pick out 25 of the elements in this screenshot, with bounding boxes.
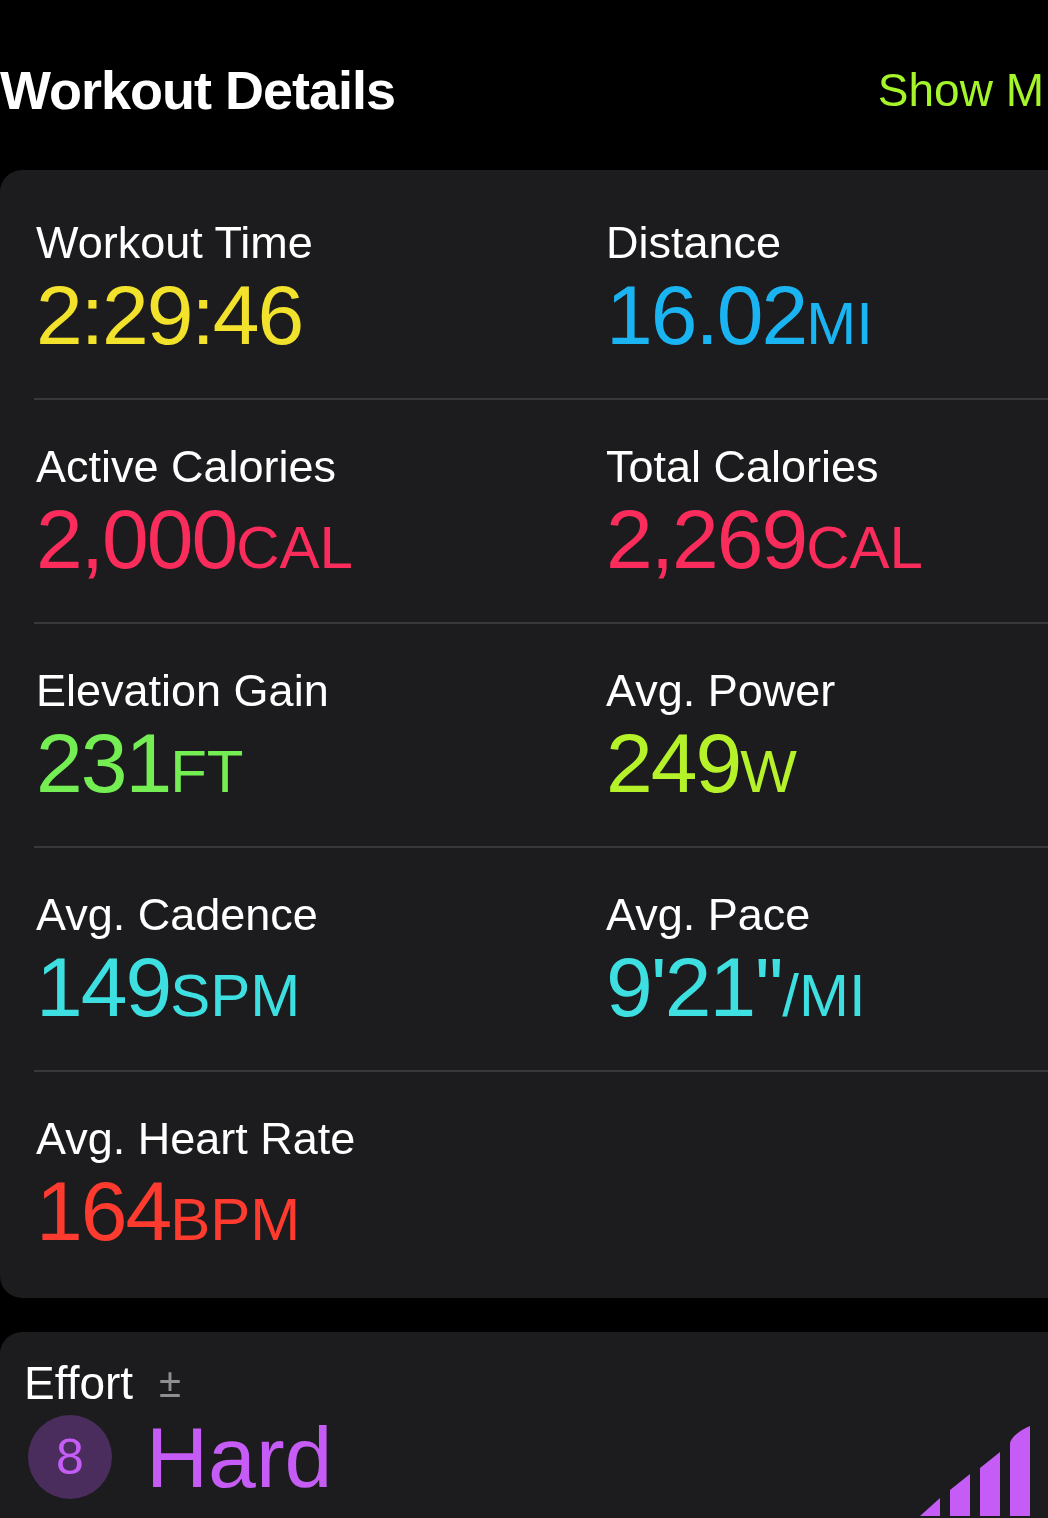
metric-value: 149SPM — [36, 945, 302, 1029]
adjust-icon[interactable]: ± — [159, 1360, 182, 1406]
metric-value: 164BPM — [36, 1169, 302, 1253]
effort-rating: Hard — [146, 1414, 333, 1500]
metric-label: Workout Time — [36, 217, 314, 269]
metric-label: Avg. Power — [606, 665, 837, 717]
metric-value: 231FT — [36, 721, 245, 805]
metric-label: Active Calories — [36, 441, 338, 493]
metric-value: 2:29:46 — [36, 273, 304, 357]
metric-value: 249W — [606, 721, 798, 805]
page-title: Workout Details — [0, 59, 396, 121]
metric-label: Distance — [606, 217, 783, 269]
metric-label: Total Calories — [606, 441, 880, 493]
effort-bars-icon — [920, 1426, 1030, 1516]
metric-value: 2,269CAL — [606, 497, 924, 581]
metric-label: Elevation Gain — [36, 665, 330, 717]
show-more-link[interactable]: Show M — [877, 63, 1044, 117]
metric-value: 16.02MI — [606, 273, 874, 357]
effort-label: Effort — [24, 1356, 134, 1410]
effort-score: 8 — [28, 1415, 112, 1499]
metric-label: Avg. Pace — [606, 889, 812, 941]
metric-value: 9'21''/MI — [606, 945, 867, 1029]
metric-label: Avg. Heart Rate — [36, 1113, 357, 1165]
metric-label: Avg. Cadence — [36, 889, 319, 941]
metric-value: 2,000CAL — [36, 497, 354, 581]
